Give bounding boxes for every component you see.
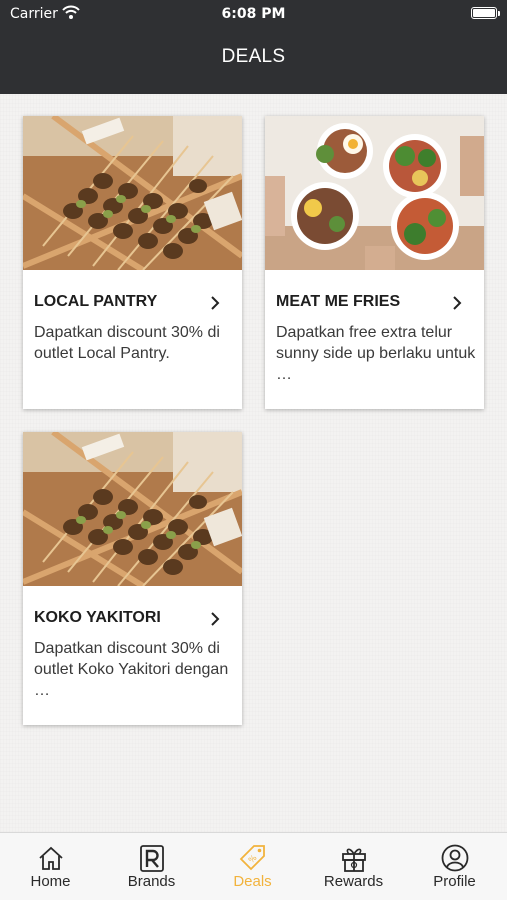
tab-deals[interactable]: % Deals xyxy=(202,833,303,900)
deals-grid: LOCAL PANTRY Dapatkan discount 30% di ou… xyxy=(0,94,507,832)
deal-description: Dapatkan discount 30% di outlet Koko Yak… xyxy=(34,640,229,699)
deal-title: KOKO YAKITORI xyxy=(34,609,161,626)
brands-icon xyxy=(140,845,164,872)
tab-bar: Home Brands % Deals Rewards Profile xyxy=(0,832,507,900)
chevron-right-icon xyxy=(453,296,462,310)
deal-description: Dapatkan free extra telur sunny side up … xyxy=(276,324,476,383)
tab-label: Profile xyxy=(433,873,476,890)
tab-profile[interactable]: Profile xyxy=(404,833,505,900)
tab-label: Deals xyxy=(233,873,272,890)
tab-label: Home xyxy=(30,873,71,890)
header-bar: Carrier 6:08 PM DEALS xyxy=(0,0,507,94)
rewards-gift-icon xyxy=(342,848,366,872)
deal-image xyxy=(23,432,242,586)
profile-icon xyxy=(441,844,469,872)
status-bar: Carrier 6:08 PM xyxy=(0,0,507,28)
deal-image xyxy=(23,116,242,270)
home-icon xyxy=(39,846,63,870)
tab-home[interactable]: Home xyxy=(0,833,101,900)
status-time: 6:08 PM xyxy=(221,6,286,22)
chevron-right-icon xyxy=(211,296,220,310)
tab-label: Brands xyxy=(127,873,176,890)
deal-card-koko-yakitori[interactable]: KOKO YAKITORI Dapatkan discount 30% di o… xyxy=(23,432,242,725)
tab-brands[interactable]: Brands xyxy=(101,833,202,900)
deal-image xyxy=(265,116,484,270)
deals-tag-icon: % xyxy=(239,845,265,871)
battery-icon xyxy=(471,7,500,19)
deal-title: LOCAL PANTRY xyxy=(34,293,158,310)
deal-card-meat-me-fries[interactable]: MEAT ME FRIES Dapatkan free extra telur … xyxy=(265,116,484,409)
deal-card-local-pantry[interactable]: LOCAL PANTRY Dapatkan discount 30% di ou… xyxy=(23,116,242,409)
deal-description: Dapatkan discount 30% di outlet Local Pa… xyxy=(34,324,220,362)
tab-label: Rewards xyxy=(323,873,384,890)
chevron-right-icon xyxy=(211,612,220,626)
tab-rewards[interactable]: Rewards xyxy=(303,833,404,900)
page-title: DEALS xyxy=(221,46,286,67)
deal-title: MEAT ME FRIES xyxy=(276,293,401,310)
